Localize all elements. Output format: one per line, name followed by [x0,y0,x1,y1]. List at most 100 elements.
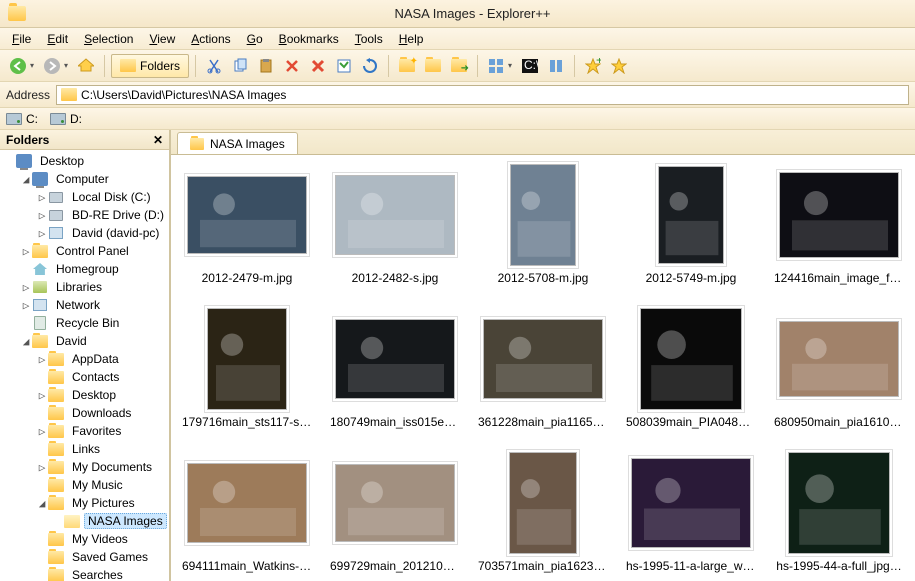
expander-icon[interactable]: ▷ [20,281,32,294]
forward-button[interactable] [40,54,64,78]
expander-icon[interactable]: ▷ [36,209,48,222]
tree-node[interactable]: ◢Computer [0,170,169,188]
address-input[interactable]: C:\Users\David\Pictures\NASA Images [56,85,909,105]
tree-node[interactable]: ◢David [0,332,169,350]
thumbnail-item[interactable]: 2012-5749-m.jpg [621,163,761,303]
thumbnail-item[interactable]: 680950main_pia16100-4… [769,307,909,447]
delete-permanent-button[interactable] [306,54,330,78]
folder-tree[interactable]: Desktop◢Computer▷Local Disk (C:)▷BD-RE D… [0,150,169,581]
tree-node[interactable]: Homegroup [0,260,169,278]
tree-node[interactable]: Links [0,440,169,458]
menu-help[interactable]: Help [391,30,432,48]
delete-button[interactable] [280,54,304,78]
thumbnail-item[interactable]: 124416main_image_fea… [769,163,909,303]
thumbnail-item[interactable]: 703571main_pia16239-4… [473,451,613,581]
thumbnail-item[interactable]: 180749main_iss015e129… [325,307,465,447]
tree-node[interactable]: ▷ David (david-pc) [0,224,169,242]
tree-node[interactable]: Saved Games [0,548,169,566]
thumbnail-item[interactable]: 699729main_201210239-4… [325,451,465,581]
copy-button[interactable] [228,54,252,78]
up-button[interactable] [74,54,98,78]
thumbnail-item[interactable]: 694111main_Watkins-2-… [177,451,317,581]
fold-icon [32,334,48,348]
paste-button[interactable] [254,54,278,78]
tree-node[interactable]: ▷AppData [0,350,169,368]
tab-nasa-images[interactable]: NASA Images [177,132,298,154]
close-icon[interactable]: ✕ [153,133,163,147]
expander-icon[interactable]: ◢ [20,173,32,186]
back-button[interactable] [6,54,30,78]
expander-icon[interactable]: ▷ [36,425,48,438]
thumbnail-item[interactable]: hs-1995-11-a-large_we… [621,451,761,581]
menu-actions[interactable]: Actions [183,30,238,48]
expander-icon[interactable]: ◢ [20,335,32,348]
thumbnail-item[interactable]: hs-1995-44-a-full_jpg… [769,451,909,581]
thumbnail-item[interactable]: 508039main_PIA04866-… [621,307,761,447]
new-folder-button[interactable]: ✦ [395,54,419,78]
thumbnail-item[interactable]: 2012-2482-s.jpg [325,163,465,303]
main-split: Folders ✕ Desktop◢Computer▷Local Disk (C… [0,130,915,581]
tree-node[interactable]: My Videos [0,530,169,548]
tree-node[interactable]: ▷Favorites [0,422,169,440]
tree-node[interactable]: ▷ Control Panel [0,242,169,260]
expander-icon[interactable]: ▷ [36,227,48,240]
drive-d[interactable]: D: [50,112,82,126]
forward-dropdown-icon[interactable]: ▾ [64,61,72,70]
folder-icon [120,59,136,72]
organize-button[interactable] [544,54,568,78]
expander-icon[interactable]: ▷ [36,353,48,366]
menu-edit[interactable]: Edit [39,30,76,48]
views-button[interactable] [484,54,508,78]
tree-node[interactable]: ▷ Desktop [0,386,169,404]
thumbnail-item[interactable]: 2012-2479-m.jpg [177,163,317,303]
thumbnail-item[interactable]: 361228main_pia11657-… [473,307,613,447]
tree-node-label: Control Panel [52,243,133,259]
tree-node[interactable]: Searches [0,566,169,581]
refresh-button[interactable] [358,54,382,78]
thumbnail-item[interactable]: 179716main_sts117-s-0… [177,307,317,447]
tree-node[interactable]: Desktop [0,152,169,170]
views-dropdown-icon[interactable]: ▾ [508,61,516,70]
expander-icon[interactable]: ◢ [36,497,48,510]
expander-icon[interactable]: ▷ [20,299,32,312]
menu-file[interactable]: File [4,30,39,48]
add-bookmark-button[interactable]: + [581,54,605,78]
menu-selection[interactable]: Selection [76,30,141,48]
tree-node[interactable]: NASA Images [0,512,169,530]
tree-node[interactable]: My Music [0,476,169,494]
tree-node[interactable]: Downloads [0,404,169,422]
back-dropdown-icon[interactable]: ▾ [30,61,38,70]
thumbnail-image [187,451,307,555]
tree-node-label: David (david-pc) [68,225,163,241]
tree-node[interactable]: ▷Network [0,296,169,314]
expander-icon[interactable]: ▷ [36,389,48,402]
menu-bookmarks[interactable]: Bookmarks [271,30,347,48]
move-to-button[interactable]: ➜ [447,54,471,78]
folders-toggle-button[interactable]: Folders [111,54,189,78]
tree-node[interactable]: ▷Libraries [0,278,169,296]
expander-icon[interactable]: ▷ [20,245,32,258]
tree-node-label: Desktop [68,387,120,403]
folder-icon [61,88,77,101]
menu-view[interactable]: View [141,30,183,48]
tree-node[interactable]: ▷BD-RE Drive (D:) [0,206,169,224]
menu-tools[interactable]: Tools [347,30,391,48]
drive-c[interactable]: C: [6,112,38,126]
cut-button[interactable] [202,54,226,78]
expander-icon[interactable]: ▷ [36,191,48,204]
thumbnails-view[interactable]: 2012-2479-m.jpg2012-2482-s.jpg2012-5708-… [171,154,915,581]
tree-node[interactable]: ▷My Documents [0,458,169,476]
menu-go[interactable]: Go [239,30,271,48]
tree-node[interactable]: ◢My Pictures [0,494,169,512]
tree-node[interactable]: Recycle Bin [0,314,169,332]
thumbnail-item[interactable]: 2012-5708-m.jpg [473,163,613,303]
expander-icon[interactable]: ▷ [36,461,48,474]
bookmarks-button[interactable] [607,54,631,78]
fold-icon [48,496,64,510]
folder-tree-title: Folders [6,133,49,147]
command-prompt-button[interactable]: C:\ [518,54,542,78]
copy-to-button[interactable] [421,54,445,78]
tree-node[interactable]: ▷Local Disk (C:) [0,188,169,206]
tree-node[interactable]: Contacts [0,368,169,386]
properties-button[interactable] [332,54,356,78]
